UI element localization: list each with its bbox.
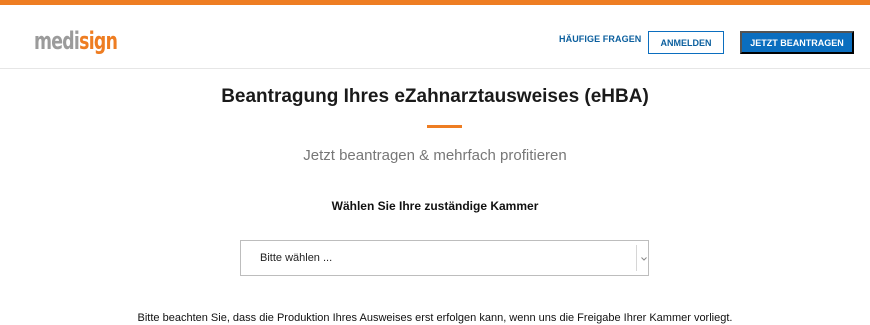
apply-now-button-label: JETZT BEANTRAGEN [750, 37, 844, 48]
login-button-label: ANMELDEN [660, 37, 712, 48]
select-divider [636, 245, 637, 271]
site-header: medi sign HÄUFIGE FRAGEN ANMELDEN JETZT B… [0, 5, 870, 69]
logo-text-medi: medi [34, 27, 80, 55]
chamber-select-heading: Wählen Sie Ihre zuständige Kammer [331, 199, 539, 213]
approval-notice: Bitte beachten Sie, dass die Produktion … [137, 312, 733, 324]
title-divider [427, 125, 462, 128]
medisign-logo[interactable]: medi sign [34, 27, 118, 55]
chamber-select-value: Bitte wählen ... [260, 252, 333, 264]
page-subtitle: Jetzt beantragen & mehrfach profitieren [303, 147, 567, 164]
chamber-select[interactable]: Bitte wählen ... [240, 240, 649, 276]
chevron-down-icon[interactable] [639, 253, 649, 265]
faq-link[interactable]: HÄUFIGE FRAGEN [559, 34, 641, 44]
login-button[interactable]: ANMELDEN [648, 31, 724, 54]
apply-now-button[interactable]: JETZT BEANTRAGEN [740, 31, 854, 54]
page-title: Beantragung Ihres eZahnarztausweises (eH… [221, 86, 649, 107]
logo-text-sign: sign [79, 27, 118, 55]
